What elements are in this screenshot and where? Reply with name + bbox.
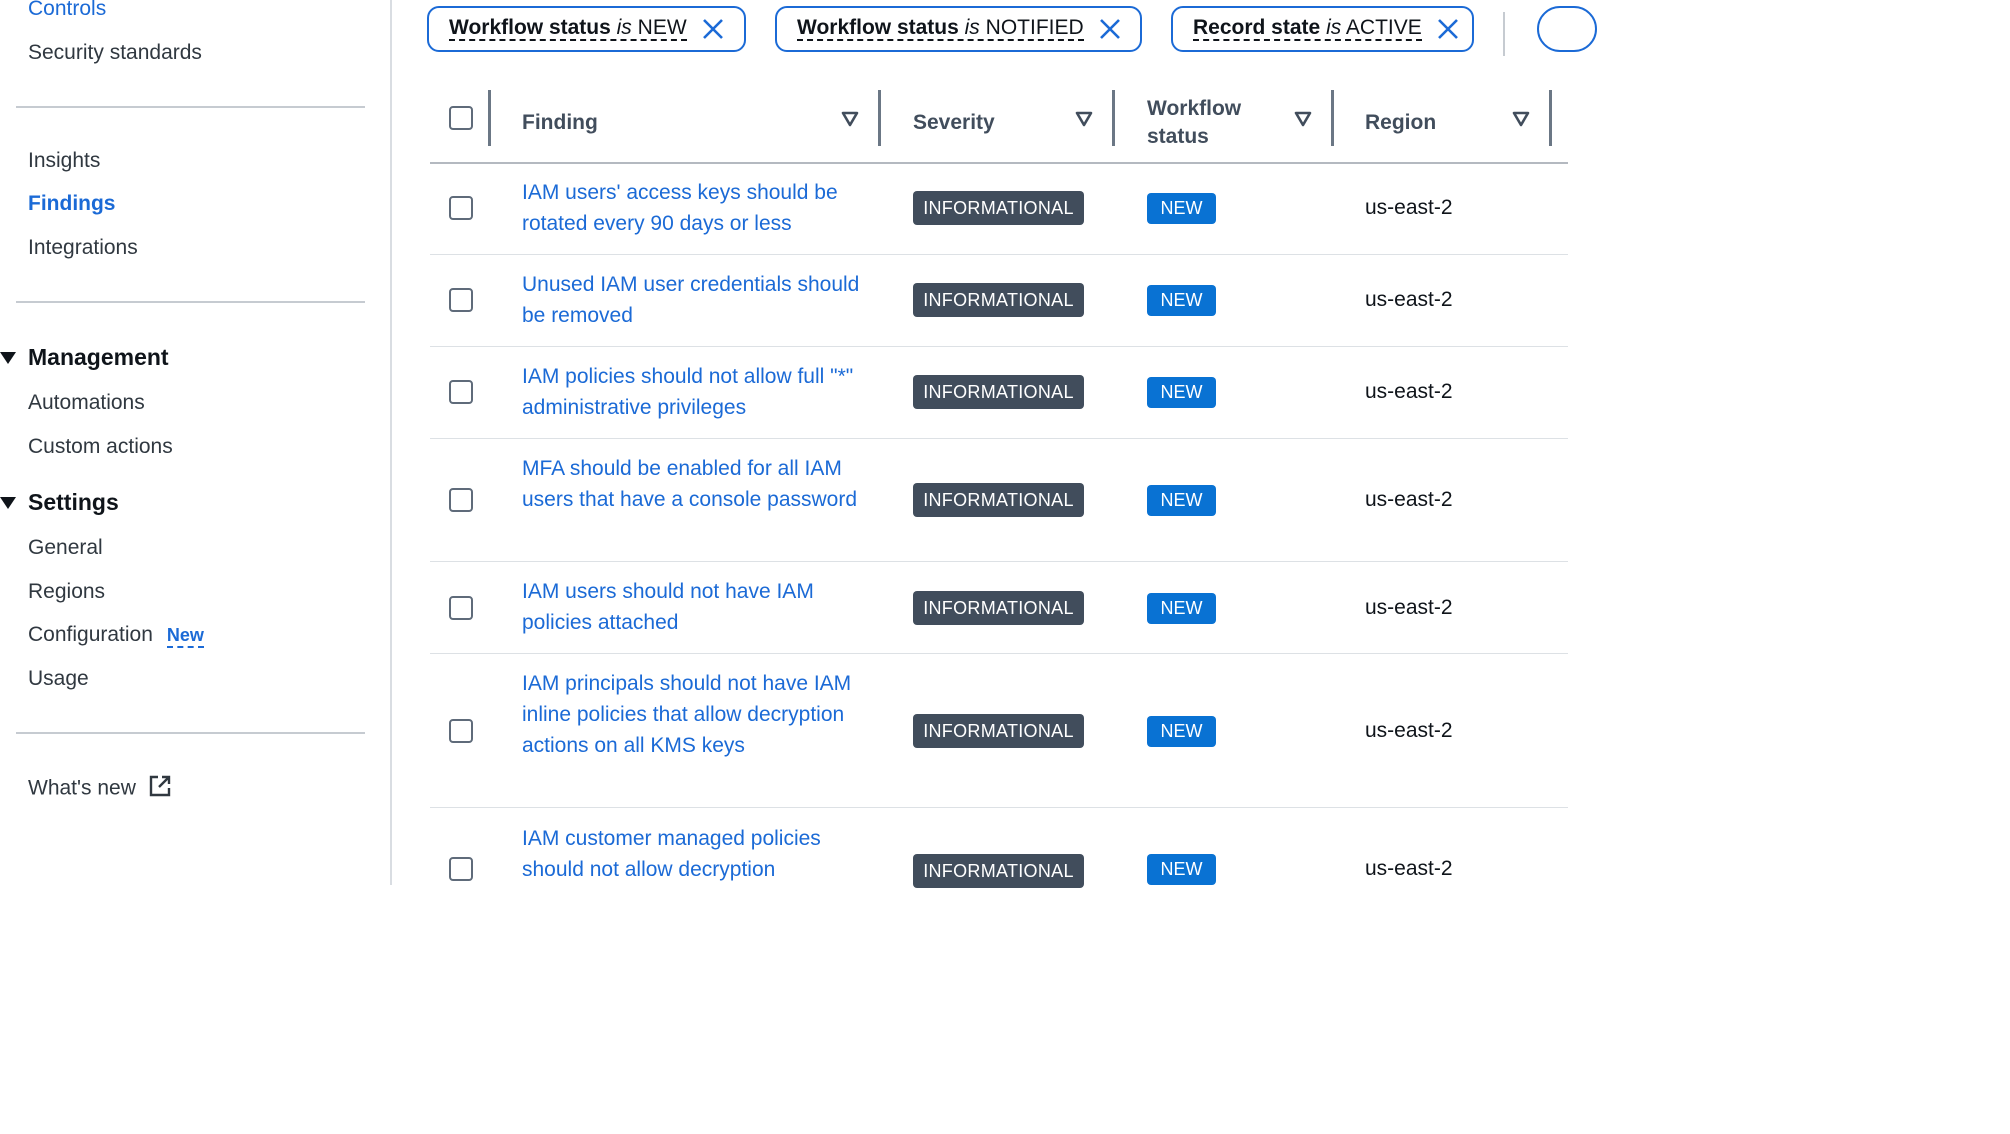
table-row[interactable]: Unused IAM user credentials should be re… [430, 254, 1568, 347]
row-checkbox[interactable] [449, 380, 473, 404]
column-separator [1549, 90, 1552, 146]
table-row[interactable]: IAM users' access keys should be rotated… [430, 162, 1568, 255]
severity-badge: INFORMATIONAL [913, 714, 1084, 748]
sort-icon[interactable] [1512, 111, 1530, 132]
caret-down-icon [0, 351, 16, 364]
sort-icon[interactable] [1075, 111, 1093, 132]
sidebar-item-configuration-wrap: Configuration New [28, 623, 204, 648]
caret-down-icon [0, 496, 16, 509]
sidebar-item-insights[interactable]: Insights [28, 149, 100, 173]
severity-badge: INFORMATIONAL [913, 375, 1084, 409]
sidebar-item-usage[interactable]: Usage [28, 667, 89, 691]
severity-badge: INFORMATIONAL [913, 483, 1084, 517]
region-cell: us-east-2 [1365, 596, 1453, 619]
sidebar-item-configuration[interactable]: Configuration [28, 623, 153, 646]
clear-filters-button[interactable] [1537, 6, 1597, 52]
finding-link[interactable]: MFA should be enabled for all IAM users … [522, 453, 862, 515]
finding-link[interactable]: IAM users should not have IAM policies a… [522, 576, 862, 638]
region-cell: us-east-2 [1365, 719, 1453, 742]
severity-badge: INFORMATIONAL [913, 591, 1084, 625]
sidebar-item-security-standards[interactable]: Security standards [28, 41, 202, 65]
row-checkbox[interactable] [449, 719, 473, 743]
filter-token-text[interactable]: Workflow status is NOTIFIED [797, 17, 1084, 41]
close-icon[interactable] [1098, 17, 1122, 41]
sidebar-divider [16, 301, 365, 303]
workflow-status-badge: NEW [1147, 193, 1216, 224]
section-settings-title: Settings [28, 489, 119, 515]
finding-link[interactable]: IAM customer managed policies should not… [522, 823, 862, 885]
row-checkbox[interactable] [449, 488, 473, 512]
severity-badge: INFORMATIONAL [913, 854, 1084, 888]
workflow-status-badge: NEW [1147, 716, 1216, 747]
filter-token-record-state[interactable]: Record state is ACTIVE [1171, 6, 1474, 52]
sidebar-item-controls[interactable]: Controls [28, 0, 106, 21]
severity-badge: INFORMATIONAL [913, 283, 1084, 317]
sidebar-divider [16, 106, 365, 108]
row-checkbox[interactable] [449, 196, 473, 220]
column-separator [488, 90, 491, 146]
table-row[interactable]: IAM principals should not have IAM inlin… [430, 653, 1568, 808]
row-checkbox[interactable] [449, 857, 473, 881]
column-header-workflow-status[interactable]: Workflow status [1147, 84, 1241, 162]
column-separator [1112, 90, 1115, 146]
sidebar-divider [16, 732, 365, 734]
section-management-toggle[interactable]: Management [0, 344, 169, 371]
sidebar-item-whats-new[interactable]: What's new [28, 774, 172, 804]
workflow-status-badge: NEW [1147, 854, 1216, 885]
column-separator [1331, 90, 1334, 146]
table-row[interactable]: MFA should be enabled for all IAM users … [430, 438, 1568, 562]
section-settings-toggle[interactable]: Settings [0, 489, 119, 516]
filter-separator [1503, 12, 1505, 56]
filter-token-workflow-new[interactable]: Workflow status is NEW [427, 6, 746, 52]
close-icon[interactable] [1436, 17, 1460, 41]
finding-link[interactable]: IAM users' access keys should be rotated… [522, 177, 862, 239]
finding-link[interactable]: IAM policies should not allow full "*" a… [522, 361, 862, 423]
workflow-status-badge: NEW [1147, 285, 1216, 316]
region-cell: us-east-2 [1365, 857, 1453, 880]
workflow-status-badge: NEW [1147, 485, 1216, 516]
whats-new-label: What's new [28, 776, 136, 800]
region-cell: us-east-2 [1365, 196, 1453, 219]
sidebar-item-integrations[interactable]: Integrations [28, 236, 138, 260]
row-checkbox[interactable] [449, 288, 473, 312]
new-badge[interactable]: New [166, 625, 204, 648]
sidebar-item-automations[interactable]: Automations [28, 391, 145, 415]
severity-badge: INFORMATIONAL [913, 191, 1084, 225]
table-header: Finding Severity Workflow status Region [430, 84, 1568, 164]
sort-icon[interactable] [841, 111, 859, 132]
column-header-severity[interactable]: Severity [913, 84, 995, 162]
region-cell: us-east-2 [1365, 488, 1453, 511]
sidebar-item-general[interactable]: General [28, 536, 103, 560]
finding-link[interactable]: IAM principals should not have IAM inlin… [522, 668, 862, 761]
side-navigation: Controls Security standards Insights Fin… [0, 0, 392, 885]
workflow-status-badge: NEW [1147, 593, 1216, 624]
select-all-checkbox[interactable] [449, 106, 473, 130]
sort-icon[interactable] [1294, 111, 1312, 132]
region-cell: us-east-2 [1365, 380, 1453, 403]
section-management-title: Management [28, 344, 169, 370]
sidebar-item-custom-actions[interactable]: Custom actions [28, 435, 173, 459]
close-icon[interactable] [701, 17, 725, 41]
sidebar-item-findings[interactable]: Findings [28, 192, 116, 216]
column-header-finding[interactable]: Finding [522, 84, 598, 162]
row-checkbox[interactable] [449, 596, 473, 620]
filter-token-text[interactable]: Workflow status is NEW [449, 17, 687, 41]
column-separator [878, 90, 881, 146]
workflow-status-badge: NEW [1147, 377, 1216, 408]
finding-link[interactable]: Unused IAM user credentials should be re… [522, 269, 862, 331]
external-link-icon [148, 774, 172, 804]
column-header-region[interactable]: Region [1365, 84, 1436, 162]
region-cell: us-east-2 [1365, 288, 1453, 311]
table-row[interactable]: IAM customer managed policies should not… [430, 807, 1568, 927]
table-row[interactable]: IAM users should not have IAM policies a… [430, 561, 1568, 654]
table-row[interactable]: IAM policies should not allow full "*" a… [430, 346, 1568, 439]
filter-token-workflow-notified[interactable]: Workflow status is NOTIFIED [775, 6, 1142, 52]
filter-token-text[interactable]: Record state is ACTIVE [1193, 17, 1422, 41]
sidebar-item-regions[interactable]: Regions [28, 580, 105, 604]
